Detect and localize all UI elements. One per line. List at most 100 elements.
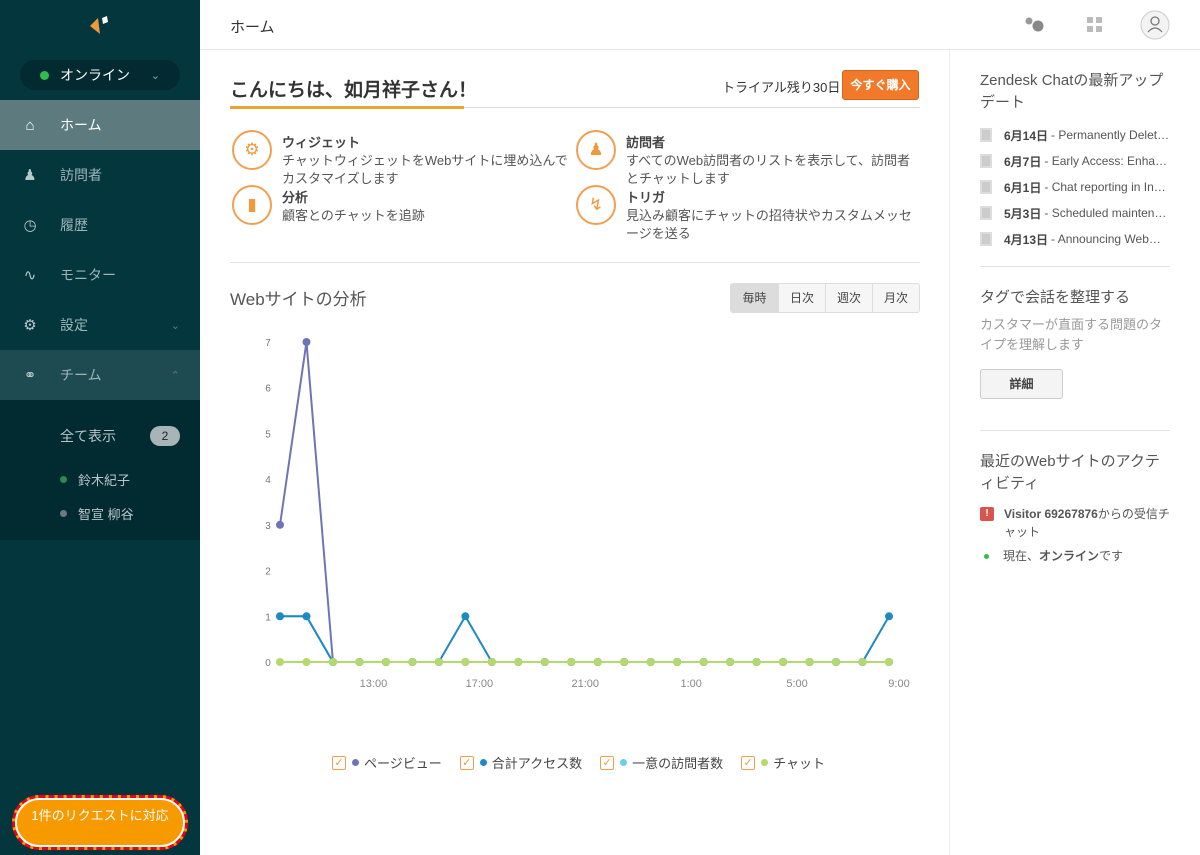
data-point [302,612,311,621]
updates-title: Zendesk Chatの最新アップデート [980,72,1164,111]
divider [980,430,1170,431]
chevron-down-icon: ⌄ [170,319,180,332]
update-item[interactable]: 4月13日 - Announcing Web… [980,226,1170,252]
details-button[interactable]: 詳細 [980,369,1063,399]
legend-dot [761,759,769,766]
data-point [885,658,893,666]
activity-visitor: Visitor 69267876 [1004,507,1098,521]
y-tick-label: 6 [265,384,271,395]
legend-item[interactable]: ✓ ページビュー [332,753,442,772]
x-tick-label: 9:00 [888,678,909,690]
document-icon [980,128,992,142]
user-avatar-icon[interactable] [1140,10,1170,40]
nav-label: モニター [60,267,116,283]
legend-item[interactable]: ✓ 一意の訪問者数 [600,753,723,772]
update-title: - Chat reporting in In… [1044,180,1166,194]
status-label: オンライン [60,67,130,83]
activity-status: オンライン [1039,549,1100,563]
data-point [593,658,602,666]
agent-name: 鈴木紀子 [78,473,131,488]
home-icon: ⌂ [25,116,35,134]
update-item[interactable]: 6月14日 - Permanently Delet… [980,122,1170,148]
show-all-agents[interactable]: 全て表示 2 [60,426,180,446]
agent-name: 智宣 柳谷 [78,507,134,522]
update-date: 6月14日 [1004,128,1049,143]
y-tick-label: 2 [265,567,271,578]
nav-team[interactable]: ⚭ チーム ⌃ [0,350,200,400]
agent-item[interactable]: 鈴木紀子 [60,470,130,489]
checkbox-checked[interactable]: ✓ [741,755,756,770]
activity-pre: 現在、 [1003,549,1040,563]
status-dropdown[interactable]: オンライン ⌄ [20,60,180,90]
checkbox-checked[interactable]: ✓ [332,755,346,770]
legend-item[interactable]: ✓ 合計アクセス数 [459,753,582,772]
data-point [567,658,576,666]
team-subnav: 全て表示 2 鈴木紀子 智宣 柳谷 [0,400,200,540]
data-point [805,658,814,666]
update-item[interactable]: 6月1日 - Chat reporting in In… [980,174,1170,200]
nav-label: 履歴 [60,217,88,233]
agent-count-badge: 2 [150,426,180,446]
data-point [673,658,682,666]
visitors-icon: ♟ [23,167,37,184]
header: ホーム [200,0,1200,50]
nav-label: ホーム [60,117,102,133]
y-tick-label: 5 [265,429,271,440]
legend-item[interactable]: ✓ チャット [741,753,825,772]
zendesk-logo [90,16,108,34]
update-item[interactable]: 6月7日 - Early Access: Enha… [980,148,1170,174]
serve-request-button[interactable]: 1件のリクエストに対応 [12,795,188,850]
update-item[interactable]: 5月3日 - Scheduled mainten… [980,200,1170,226]
update-title: - Announcing Web… [1051,232,1161,246]
y-tick-label: 3 [265,521,271,532]
nav-monitor[interactable]: ∿ モニター [0,250,200,300]
data-point [434,658,443,666]
data-point [302,338,311,346]
data-point [514,658,523,666]
data-point [276,612,284,621]
data-point [858,658,867,666]
checkbox-checked[interactable]: ✓ [459,755,474,770]
nav-home[interactable]: ⌂ ホーム [0,100,200,150]
legend-dot [479,759,487,766]
document-icon [980,232,992,246]
tags-title: タグで会話を整理する [980,289,1131,306]
document-icon [980,206,992,220]
page-title: ホーム [230,19,275,36]
legend-label: チャット [773,756,825,771]
series-line [280,615,889,663]
activity-item[interactable]: ! Visitor 69267876からの受信チャット [980,505,1170,541]
online-dot [984,554,989,559]
nav-history[interactable]: ◷ 履歴 [0,200,200,250]
data-point [408,658,417,666]
data-point [646,658,655,666]
tags-desc: カスタマーが直面する問題のタイプを理解します [980,317,1163,352]
data-point [355,658,364,666]
y-tick-label: 7 [265,338,271,349]
right-panel: Zendesk Chatの最新アップデート 6月14日 - Permanently… [980,50,1170,565]
legend-dot [620,759,628,766]
apps-grid-icon[interactable] [1087,17,1103,33]
divider [980,266,1170,267]
data-point [726,658,735,666]
legend-label: 一意の訪問者数 [632,756,724,771]
gear-icon: ⚙ [23,317,37,334]
y-tick-label: 0 [265,658,271,669]
chat-bubbles-icon[interactable] [1024,16,1046,34]
sidebar: オンライン ⌄ ⌂ ホーム ♟ 訪問者 ◷ 履歴 ∿ モニター ⚙ 設定 ⌄ ⚭ チーム ⌃ 全て… [0,0,200,855]
data-point [328,658,337,666]
series-line [280,614,890,663]
agent-item[interactable]: 智宣 柳谷 [60,504,134,523]
chevron-up-icon: ⌃ [170,369,180,382]
analytics-chart: 0 1 2 3 4 5 6 7 13:00 17:00 21:00 1:00 5:00 9:00 [265,338,910,690]
activity-text: です [1099,549,1124,563]
clock-icon: ◷ [23,217,37,234]
nav-settings[interactable]: ⚙ 設定 ⌄ [0,300,200,350]
x-tick-label: 17:00 [466,678,494,690]
data-point [461,612,470,621]
checkbox-checked[interactable]: ✓ [600,755,615,770]
nav-visitors[interactable]: ♟ 訪問者 [0,150,200,200]
update-date: 6月7日 [1004,154,1042,169]
x-tick-label: 21:00 [571,678,599,690]
activity-item: 現在、オンラインです [980,547,1170,565]
